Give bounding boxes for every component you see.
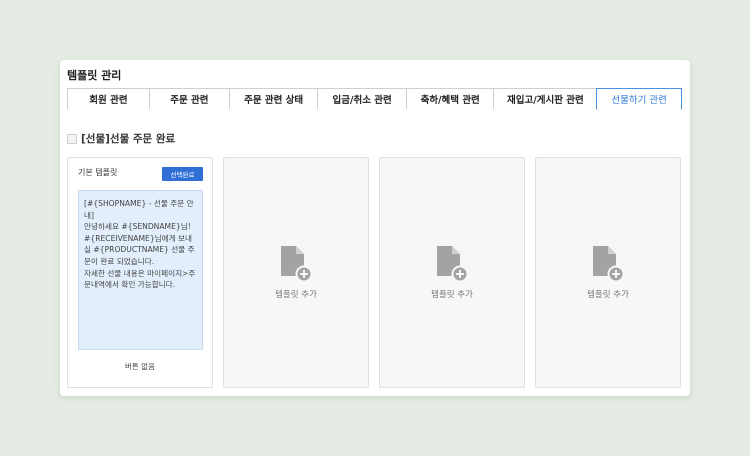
section-checkbox[interactable]	[67, 133, 77, 144]
tab-gift[interactable]: 선물하기 관련	[596, 88, 682, 110]
add-template-label: 템플릿 추가	[587, 290, 629, 300]
section-header: [선물]선물 주문 완료	[67, 131, 175, 146]
document-add-icon	[593, 246, 625, 283]
document-add-icon	[281, 246, 313, 283]
template-message: [#{SHOPNAME} - 선물 주문 안내] 안녕하세요 #{SENDNAM…	[78, 190, 203, 350]
tab-order-status[interactable]: 주문 관련 상태	[228, 88, 319, 109]
document-add-icon	[437, 246, 469, 283]
tab-bar: 회원 관련 주문 관련 주문 관련 상태 입금/취소 관련 축하/혜택 관련 재…	[67, 88, 682, 110]
template-management-panel: 템플릿 관리 회원 관련 주문 관련 주문 관련 상태 입금/취소 관련 축하/…	[60, 60, 690, 396]
page-title: 템플릿 관리	[67, 69, 122, 82]
tab-restock-board[interactable]: 재입고/게시판 관련	[493, 88, 598, 109]
tab-member[interactable]: 회원 관련	[67, 88, 150, 109]
no-button-label: 버튼 없음	[125, 362, 155, 371]
select-complete-button[interactable]: 선택완료	[162, 167, 203, 181]
tab-deposit-cancel[interactable]: 입금/취소 관련	[317, 88, 407, 109]
tab-celebration-benefit[interactable]: 축하/혜택 관련	[405, 88, 495, 109]
add-template-card[interactable]: 템플릿 추가	[535, 157, 681, 388]
tab-order[interactable]: 주문 관련	[148, 88, 230, 109]
add-template-label: 템플릿 추가	[275, 290, 317, 300]
section-title: [선물]선물 주문 완료	[81, 133, 176, 145]
template-card-header: 기본 템플릿	[78, 168, 118, 177]
template-card: 기본 템플릿 선택완료 [#{SHOPNAME} - 선물 주문 안내] 안녕하…	[67, 157, 213, 388]
add-template-card[interactable]: 템플릿 추가	[379, 157, 525, 388]
add-template-card[interactable]: 템플릿 추가	[223, 157, 369, 388]
add-template-label: 템플릿 추가	[431, 290, 473, 300]
